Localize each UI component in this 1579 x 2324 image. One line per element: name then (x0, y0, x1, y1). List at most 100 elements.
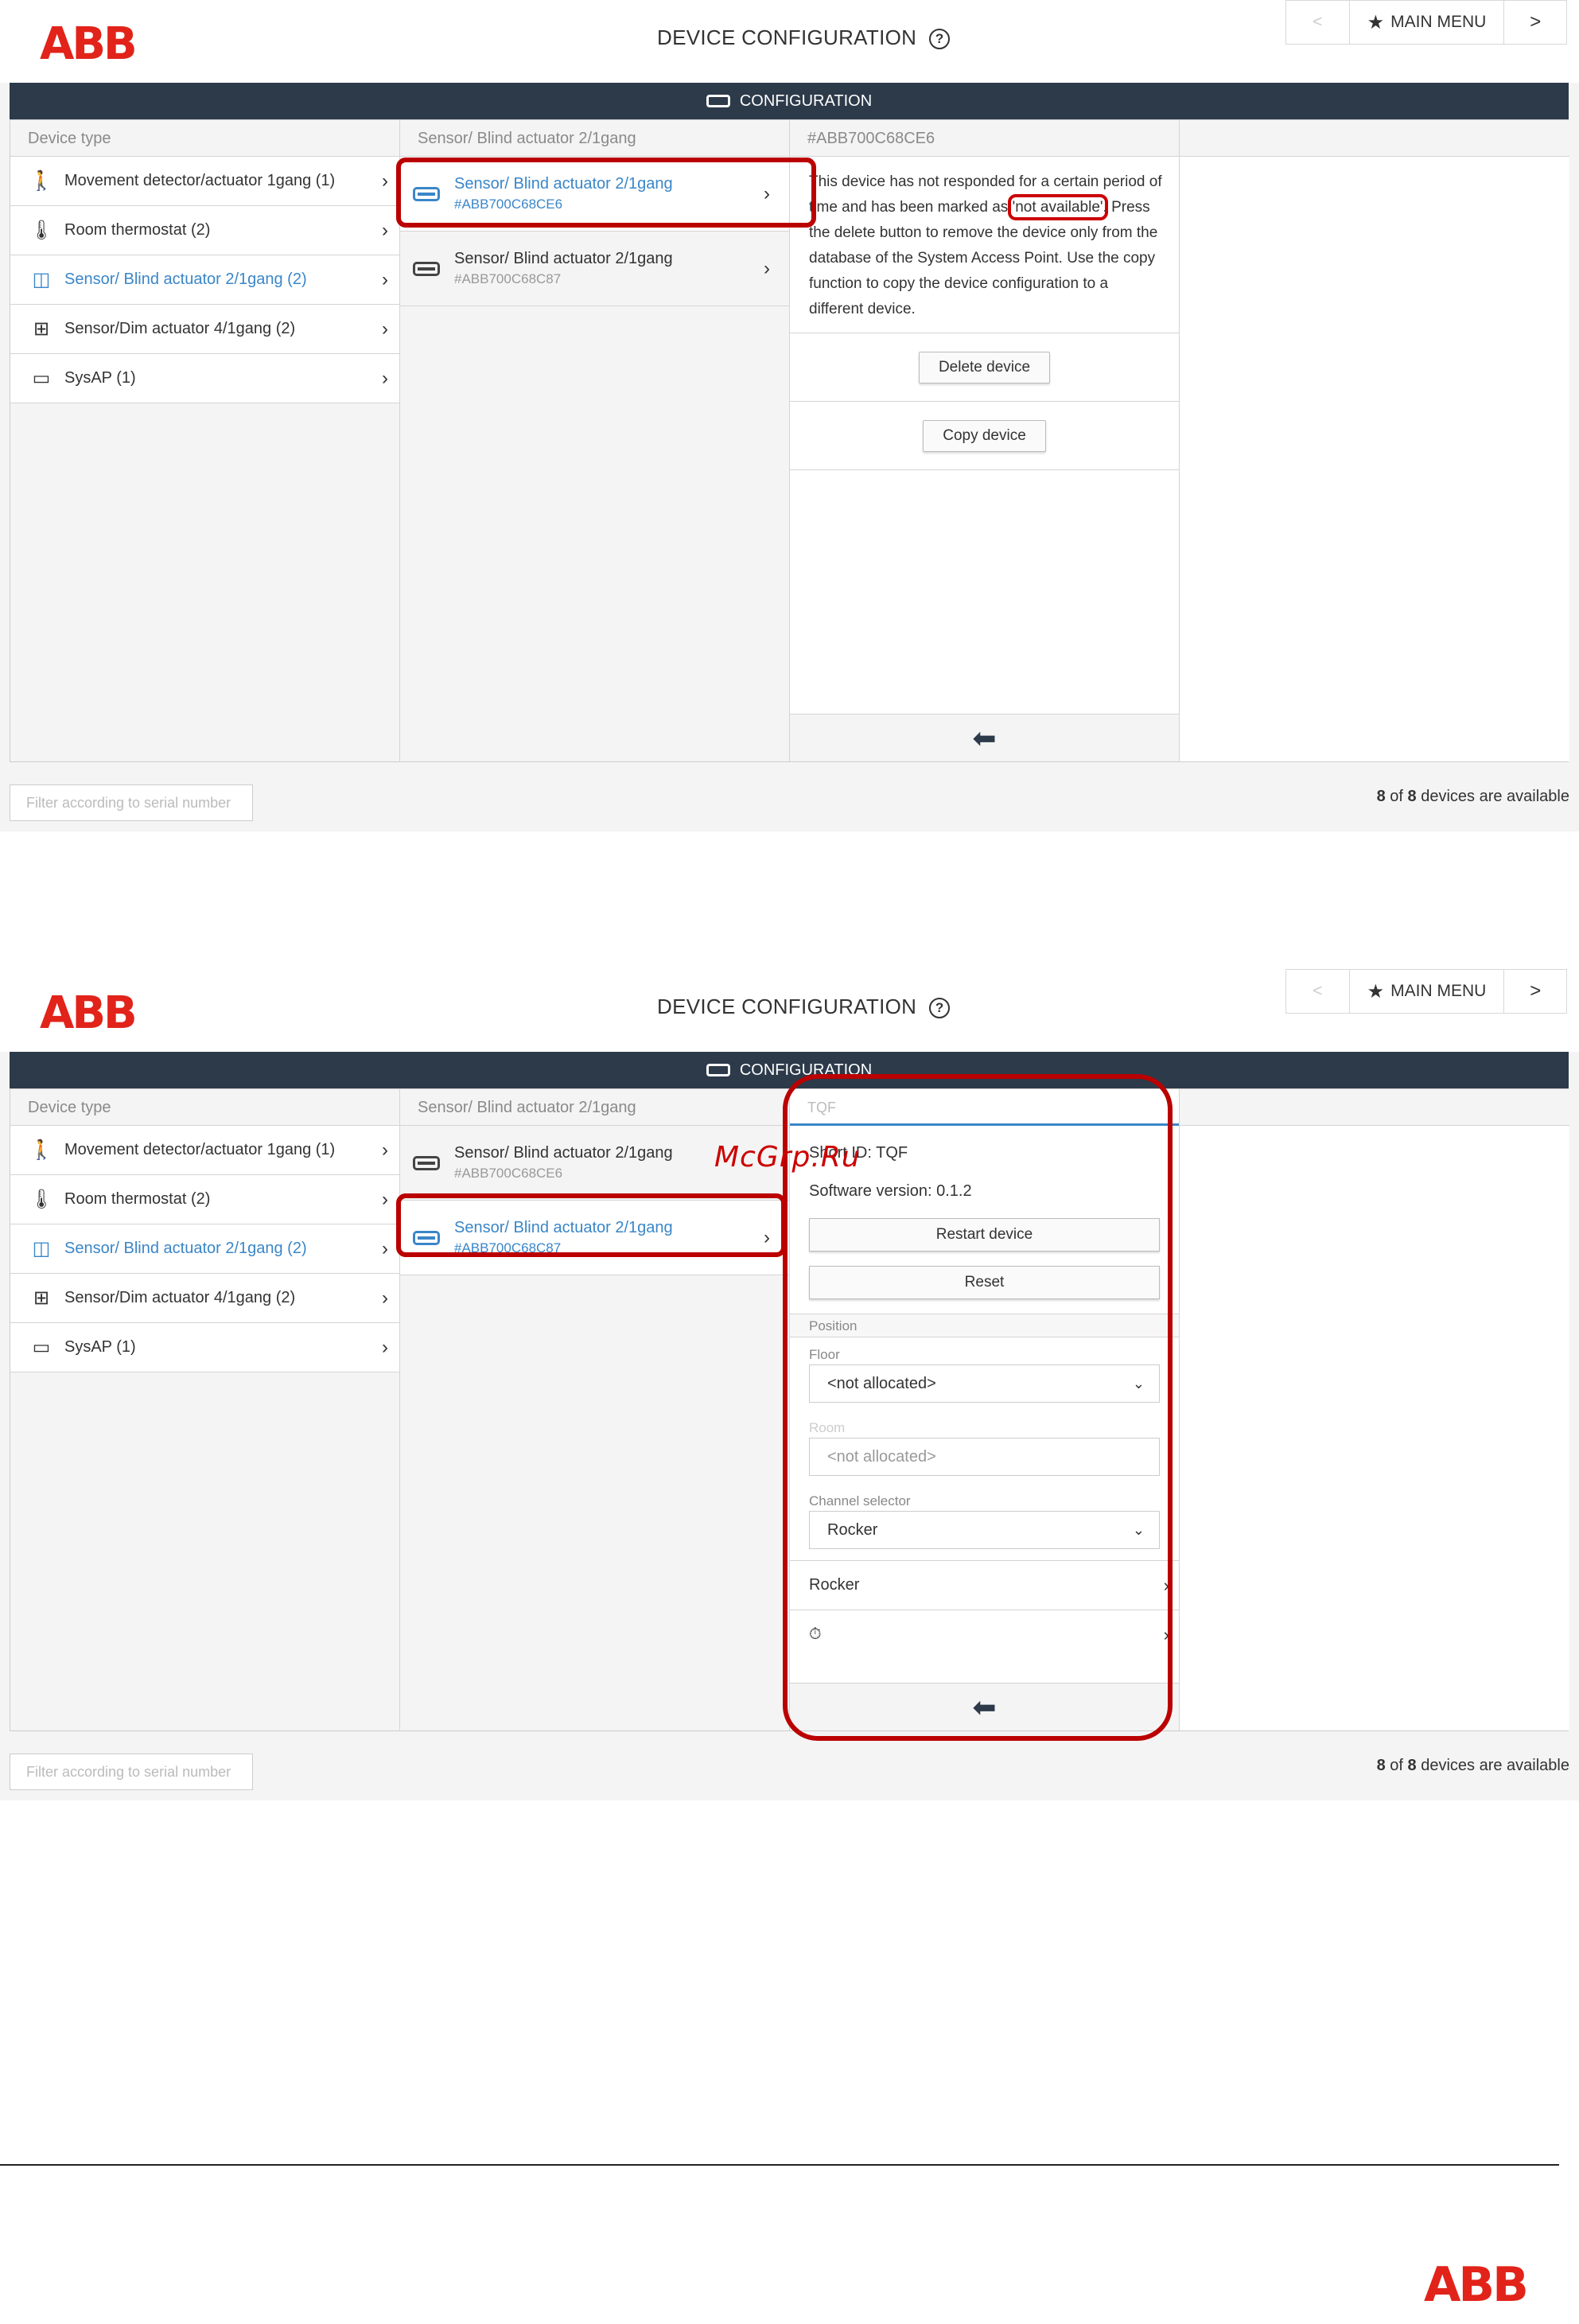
chevron-right-icon: › (382, 1139, 388, 1161)
abb-footer-logo: ABB (1424, 2257, 1529, 2313)
device-type-header: Device type (10, 120, 399, 157)
header: ABB DEVICE CONFIGURATION? < ★ MAIN MENU > (0, 969, 1579, 1052)
blind-actuator-icon: ◫ (32, 1238, 51, 1259)
motion-person-icon: 🚶 (29, 1139, 53, 1161)
prev-button[interactable]: < (1286, 970, 1350, 1013)
delete-row: Delete device (790, 333, 1179, 402)
chevron-right-icon: › (382, 1287, 388, 1309)
count-total: 8 (1407, 788, 1417, 805)
chevron-right-icon: › (764, 257, 770, 279)
delete-device-button[interactable]: Delete device (918, 351, 1051, 383)
device-serial: #ABB700C68CE6 (454, 1165, 563, 1181)
header: ABB DEVICE CONFIGURATION? < ★ MAIN MENU > (0, 0, 1579, 83)
sysap-icon: ▭ (32, 1337, 51, 1358)
device-type-label: Sensor/Dim actuator 4/1gang (2) (64, 320, 296, 337)
count-available: 8 (1376, 1757, 1386, 1774)
device-type-label: Sensor/ Blind actuator 2/1gang (2) (64, 1240, 307, 1257)
configuration-bar: CONFIGURATION (10, 83, 1569, 119)
page-rule (0, 2164, 1559, 2166)
device-type-item-thermostat[interactable]: 🌡 Room thermostat (2) › (10, 1175, 399, 1224)
empty-column-header (1180, 1089, 1569, 1126)
device-type-item-dim[interactable]: ⊞ Sensor/Dim actuator 4/1gang (2) › (10, 305, 399, 354)
chevron-right-icon: › (382, 169, 388, 192)
dim-actuator-icon: ⊞ (33, 318, 50, 340)
device-type-label: SysAP (1) (64, 369, 136, 387)
device-serial: #ABB700C68C87 (454, 271, 562, 286)
back-button[interactable]: ⬅ (790, 714, 1179, 761)
device-type-item-thermostat[interactable]: 🌡 Room thermostat (2) › (10, 206, 399, 255)
page-title-text: DEVICE CONFIGURATION (657, 25, 917, 49)
count-of: of (1385, 1757, 1408, 1774)
abb-logo: ABB (40, 18, 138, 70)
top-nav: < ★ MAIN MENU > (1285, 969, 1567, 1014)
top-nav: < ★ MAIN MENU > (1285, 0, 1567, 45)
blind-device-icon (413, 1155, 440, 1170)
device-type-item-dim[interactable]: ⊞ Sensor/Dim actuator 4/1gang (2) › (10, 1274, 399, 1323)
not-available-highlight: 'not available' (1007, 194, 1108, 220)
device-type-item-movement[interactable]: 🚶 Movement detector/actuator 1gang (1) › (10, 157, 399, 206)
serial-filter-input[interactable]: Filter according to serial number (10, 1754, 253, 1790)
device-type-column: Device type 🚶 Movement detector/actuator … (10, 120, 400, 761)
empty-column (1180, 120, 1569, 761)
device-type-label: Movement detector/actuator 1gang (1) (64, 1141, 336, 1158)
main-menu-label: MAIN MENU (1390, 13, 1487, 31)
page-title: DEVICE CONFIGURATION? (657, 25, 951, 50)
motion-person-icon: 🚶 (29, 170, 53, 192)
thermometer-icon: 🌡 (29, 220, 54, 241)
device-type-item-sysap[interactable]: ▭ SysAP (1) › (10, 354, 399, 403)
empty-column (1180, 1089, 1569, 1730)
device-type-item-movement[interactable]: 🚶 Movement detector/actuator 1gang (1) › (10, 1126, 399, 1175)
device-name: Sensor/ Blind actuator 2/1gang (454, 1143, 673, 1162)
device-name: Sensor/ Blind actuator 2/1gang (454, 249, 673, 267)
abb-logo: ABB (40, 987, 138, 1039)
chevron-right-icon: › (382, 317, 388, 340)
star-icon: ★ (1367, 11, 1385, 33)
device-type-header: Device type (10, 1089, 399, 1126)
main-menu-button[interactable]: ★ MAIN MENU (1350, 970, 1505, 1013)
chevron-right-icon: › (382, 1336, 388, 1358)
device-type-item-sysap[interactable]: ▭ SysAP (1) › (10, 1323, 399, 1372)
copy-device-button[interactable]: Copy device (923, 419, 1046, 452)
watermark: McGrp.Ru (714, 1141, 861, 1174)
copy-row: Copy device (790, 402, 1179, 470)
highlight-settings-panel (783, 1074, 1173, 1741)
count-total: 8 (1407, 1757, 1417, 1774)
page-title: DEVICE CONFIGURATION? (657, 995, 951, 1019)
page-title-text: DEVICE CONFIGURATION (657, 995, 917, 1018)
help-icon[interactable]: ? (929, 998, 951, 1019)
chevron-right-icon: › (382, 367, 388, 389)
count-text: devices are available (1416, 788, 1569, 805)
configuration-label: CONFIGURATION (739, 91, 873, 110)
prev-button[interactable]: < (1286, 1, 1350, 44)
device-count: 8 of 8 devices are available (1377, 788, 1569, 806)
serial-filter-input[interactable]: Filter according to serial number (10, 784, 253, 821)
next-button[interactable]: > (1504, 970, 1566, 1013)
main-menu-button[interactable]: ★ MAIN MENU (1350, 1, 1505, 44)
next-button[interactable]: > (1504, 1, 1566, 44)
chevron-right-icon: › (382, 1188, 388, 1210)
count-text: devices are available (1416, 1757, 1569, 1774)
configuration-bar: CONFIGURATION (10, 1052, 1569, 1088)
screenshot-device-unavailable: ABB DEVICE CONFIGURATION? < ★ MAIN MENU >… (0, 0, 1579, 831)
empty-column-header (1180, 120, 1569, 157)
device-list-header: Sensor/ Blind actuator 2/1gang (400, 1089, 789, 1126)
device-type-label: SysAP (1) (64, 1338, 136, 1356)
blind-device-icon (413, 261, 440, 276)
thermometer-icon: 🌡 (29, 1189, 54, 1210)
device-item-c87[interactable]: Sensor/ Blind actuator 2/1gang #ABB700C68… (400, 232, 789, 306)
configuration-icon (706, 95, 730, 107)
blind-actuator-icon: ◫ (32, 269, 51, 290)
chevron-right-icon: › (382, 268, 388, 290)
help-icon[interactable]: ? (929, 29, 951, 50)
dim-actuator-icon: ⊞ (33, 1287, 50, 1309)
device-type-item-blind[interactable]: ◫ Sensor/ Blind actuator 2/1gang (2) › (10, 255, 399, 305)
device-type-label: Sensor/Dim actuator 4/1gang (2) (64, 1289, 296, 1306)
device-detail-column: #ABB700C68CE6 This device has not respon… (790, 120, 1180, 761)
highlight-selected-device (396, 158, 816, 228)
unavailable-description: This device has not responded for a cert… (790, 157, 1179, 333)
device-type-label: Room thermostat (2) (64, 1190, 211, 1208)
highlight-selected-device (396, 1193, 786, 1257)
main-menu-label: MAIN MENU (1390, 982, 1487, 1000)
device-type-item-blind[interactable]: ◫ Sensor/ Blind actuator 2/1gang (2) › (10, 1224, 399, 1274)
device-type-label: Movement detector/actuator 1gang (1) (64, 172, 336, 189)
